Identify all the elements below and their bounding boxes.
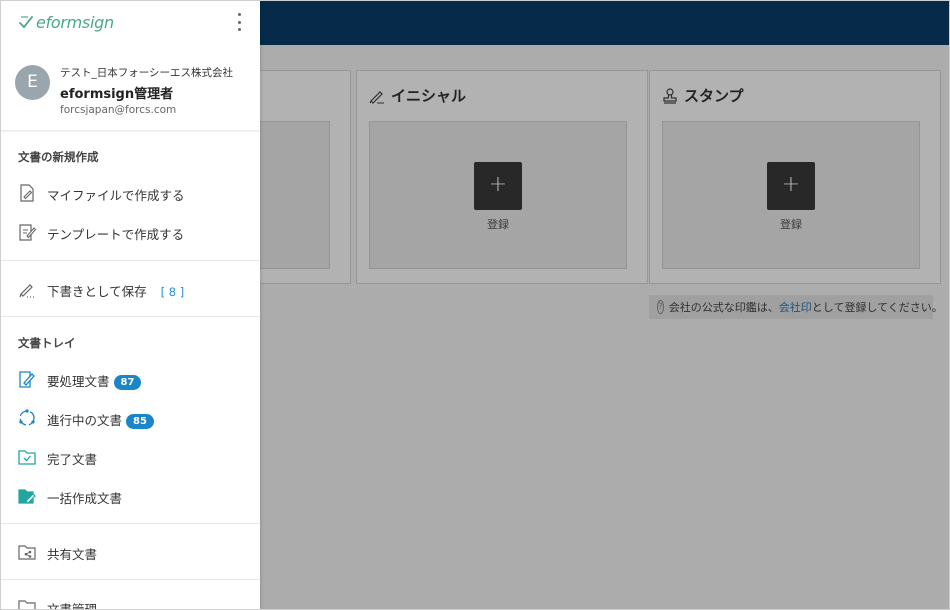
user-name: eformsign管理者 (60, 87, 174, 102)
avatar[interactable]: E (15, 65, 50, 100)
my-file-icon (20, 184, 34, 202)
shared-folder-icon (18, 545, 36, 560)
eformsign-logo[interactable]: eformsign (18, 11, 114, 33)
bulk-create-icon (18, 489, 36, 504)
template-icon (19, 224, 37, 241)
in-progress-badge: 85 (126, 414, 154, 429)
logo-check-icon (19, 16, 33, 29)
more-menu-icon[interactable] (233, 13, 245, 31)
side-drawer: eformsign E テスト_日本フォーシーエス株式会社 eformsign管… (1, 1, 260, 609)
menu-item-action-required[interactable]: 要処理文書 87 (1, 364, 260, 394)
completed-folder-icon (18, 450, 36, 465)
menu-item-manage[interactable]: 文書管理 (1, 592, 260, 609)
action-required-badge: 87 (113, 375, 142, 390)
action-required-icon (19, 371, 35, 388)
user-profile: E テスト_日本フォーシーエス株式会社 eformsign管理者 forcsja… (1, 45, 260, 131)
app-window: イニシャル + 登録 スタンプ + 登録 ? 会社の公式な印鑑は、 会社印 として登… (0, 0, 950, 610)
in-progress-icon (19, 409, 35, 426)
new-doc-section-title: 文書の新規作成 (18, 150, 99, 164)
tray-section-title: 文書トレイ (18, 336, 76, 350)
menu-item-template[interactable]: テンプレートで作成する (1, 217, 260, 247)
menu-item-shared[interactable]: 共有文書 (1, 537, 260, 567)
draft-count: [ 8 ] (160, 285, 185, 299)
menu-item-completed[interactable]: 完了文書 (1, 442, 260, 472)
manage-folder-icon (18, 600, 36, 609)
draft-pencil-icon (19, 284, 34, 298)
user-email: forcsjapan@forcs.com (60, 104, 177, 116)
menu-item-my-file[interactable]: マイファイルで作成する (1, 178, 260, 208)
menu-item-bulk-create[interactable]: 一括作成文書 (1, 481, 260, 511)
menu-item-in-progress[interactable]: 進行中の文書 85 (1, 403, 260, 433)
menu-item-draft[interactable]: 下書きとして保存[ 8 ] (1, 274, 260, 304)
company-name: テスト_日本フォーシーエス株式会社 (60, 67, 234, 79)
